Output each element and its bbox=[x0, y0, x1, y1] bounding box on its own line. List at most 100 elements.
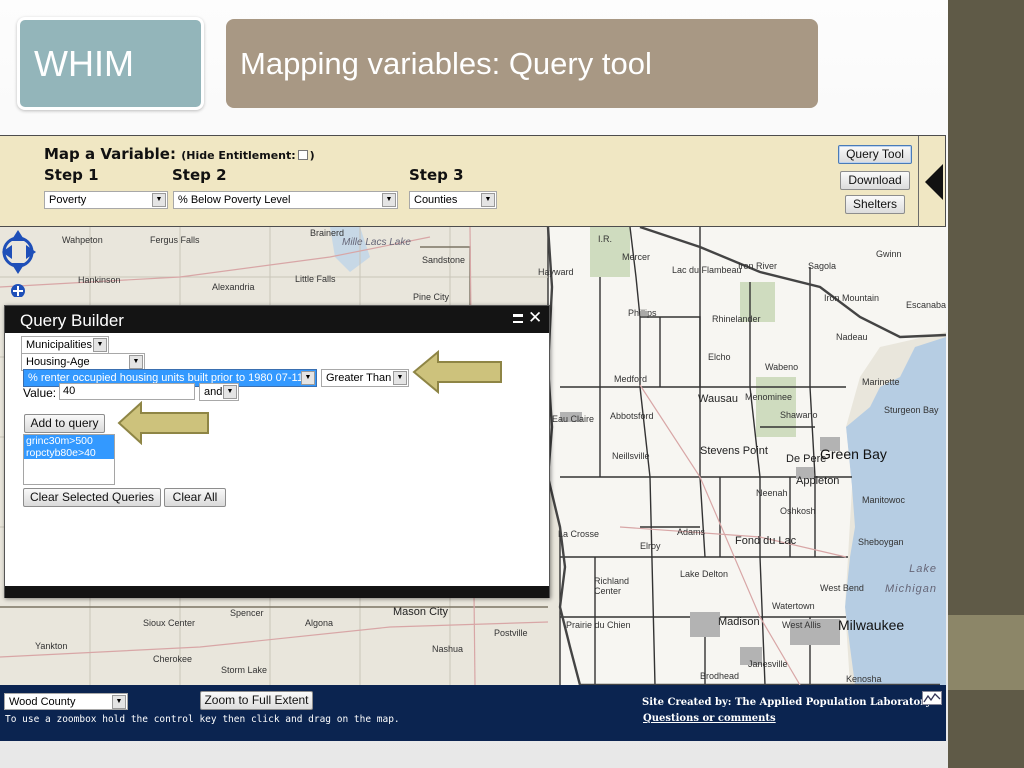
map-label: Hayward bbox=[538, 267, 574, 277]
map-label: Mercer bbox=[622, 252, 651, 262]
hide-entitlement: (Hide Entitlement:) bbox=[181, 149, 314, 162]
map-label: Watertown bbox=[772, 601, 815, 611]
map-label: Cherokee bbox=[153, 654, 193, 664]
operator-select[interactable]: Greater Than ▼ bbox=[321, 369, 409, 387]
map-label: Green Bay bbox=[820, 446, 887, 462]
query-tool-button[interactable]: Query Tool bbox=[838, 145, 912, 164]
map-label: Stevens Point bbox=[700, 445, 768, 457]
zoom-full-extent-button[interactable]: Zoom to Full Extent bbox=[200, 691, 313, 710]
map-label: Sagola bbox=[808, 261, 837, 271]
map-label: Yankton bbox=[35, 641, 68, 651]
map-label: Gwinn bbox=[876, 249, 902, 259]
map-label: Pine City bbox=[413, 292, 450, 302]
pan-zoom-control[interactable] bbox=[0, 227, 40, 297]
map-label: Sturgeon Bay bbox=[884, 405, 939, 415]
pointer-arrow-icon bbox=[117, 401, 209, 445]
map-label: Abbotsford bbox=[610, 411, 654, 421]
chevron-down-icon: ▼ bbox=[223, 385, 237, 399]
shelters-button[interactable]: Shelters bbox=[845, 195, 905, 214]
chevron-down-icon: ▼ bbox=[93, 338, 107, 352]
chevron-down-icon: ▼ bbox=[152, 193, 166, 207]
chevron-down-icon: ▼ bbox=[382, 193, 396, 207]
map-label: Sandstone bbox=[422, 255, 466, 265]
header-title-text: Map a Variable: bbox=[44, 145, 176, 163]
map-label: Iron Mountain bbox=[824, 293, 880, 303]
map-label: Spencer bbox=[230, 608, 264, 618]
hide-entitlement-close-paren: ) bbox=[309, 149, 315, 162]
add-to-query-button[interactable]: Add to query bbox=[24, 414, 105, 433]
step2-select-value: % Below Poverty Level bbox=[178, 194, 291, 206]
map-label: Wahpeton bbox=[62, 235, 103, 245]
chevron-down-icon: ▼ bbox=[301, 371, 315, 385]
questions-link[interactable]: Questions or comments bbox=[643, 713, 776, 724]
pan-down-icon bbox=[11, 263, 25, 274]
map-label: Postville bbox=[494, 628, 528, 638]
map-label: Alexandria bbox=[212, 282, 255, 292]
connector-select-value: and bbox=[204, 386, 223, 398]
map-label: Janesville bbox=[748, 659, 788, 669]
step2-select[interactable]: % Below Poverty Level ▼ bbox=[173, 191, 398, 209]
map-label: Neenah bbox=[756, 488, 788, 498]
map-variable-header: Map a Variable: (Hide Entitlement:) Step… bbox=[0, 135, 946, 228]
apl-logo-icon bbox=[922, 691, 942, 705]
map-label: Lake Michigan bbox=[884, 563, 937, 595]
value-label: Value: bbox=[23, 386, 57, 400]
slide-side-band bbox=[948, 615, 1024, 690]
map-label: I.R. bbox=[598, 234, 613, 244]
connector-select[interactable]: and ▼ bbox=[199, 383, 239, 401]
map-label: Wabeno bbox=[765, 362, 799, 372]
map-label: Nashua bbox=[432, 644, 464, 654]
query-list-item[interactable]: ropctyb80e>40 bbox=[24, 447, 114, 459]
map-label: Nadeau bbox=[836, 332, 868, 342]
forest-parcel bbox=[756, 377, 796, 437]
query-builder-footer-bar bbox=[5, 586, 549, 598]
map-label: Brodhead bbox=[700, 671, 740, 681]
map-label: Hankinson bbox=[78, 275, 121, 285]
hide-entitlement-checkbox[interactable] bbox=[297, 150, 308, 160]
map-label: Rhinelander bbox=[712, 314, 761, 324]
map-label: Marinette bbox=[862, 377, 900, 387]
query-builder-title: Query Builder bbox=[5, 306, 549, 333]
map-label: Elroy bbox=[640, 541, 661, 551]
map-label: La Crosse bbox=[558, 529, 600, 539]
collapse-panel-tab[interactable] bbox=[918, 136, 946, 228]
collapse-left-icon bbox=[925, 164, 943, 200]
map-label: Lac du Flambeau bbox=[672, 265, 742, 275]
clear-selected-queries-button[interactable]: Clear Selected Queries bbox=[23, 488, 161, 507]
step3-select-value: Counties bbox=[414, 194, 458, 206]
county-select[interactable]: Wood County ▼ bbox=[4, 693, 128, 710]
map-label: Shawano bbox=[780, 410, 818, 420]
query-list[interactable]: grinc30m>500 ropctyb80e>40 bbox=[23, 434, 115, 485]
map-label: Wausau bbox=[698, 393, 738, 405]
county-select-value: Wood County bbox=[9, 696, 76, 708]
step1-select-value: Poverty bbox=[49, 194, 87, 206]
chevron-down-icon: ▼ bbox=[112, 695, 126, 709]
minimize-icon[interactable] bbox=[513, 314, 523, 323]
clear-all-button[interactable]: Clear All bbox=[164, 488, 226, 507]
map-label: Sheboygan bbox=[858, 537, 904, 547]
step1-select[interactable]: Poverty ▼ bbox=[44, 191, 168, 209]
close-icon[interactable]: ✕ bbox=[528, 308, 542, 328]
download-button[interactable]: Download bbox=[840, 171, 910, 190]
map-label: Brainerd bbox=[310, 228, 345, 238]
operator-select-value: Greater Than bbox=[326, 372, 392, 384]
map-label: West Allis bbox=[782, 620, 821, 630]
query-list-item[interactable]: grinc30m>500 bbox=[24, 435, 114, 447]
whim-logo: WHIM bbox=[17, 17, 204, 110]
geography-select[interactable]: Municipalities ▼ bbox=[21, 336, 109, 354]
map-label: Menominee bbox=[745, 392, 793, 402]
map-label: Storm Lake bbox=[221, 665, 268, 675]
pan-up-icon bbox=[11, 230, 25, 241]
map-variable-title: Map a Variable: (Hide Entitlement:) bbox=[44, 145, 315, 163]
map-label: Neillsville bbox=[612, 451, 650, 461]
map-label: Phillips bbox=[628, 308, 657, 318]
slide-side-strip bbox=[948, 0, 1024, 768]
pointer-arrow-icon bbox=[412, 349, 502, 395]
chevron-down-icon: ▼ bbox=[129, 355, 143, 369]
map-label: Elcho bbox=[708, 352, 731, 362]
site-credit: Site Created by: The Applied Population … bbox=[642, 697, 932, 708]
step3-label: Step 3 bbox=[409, 166, 464, 184]
map-label: Algona bbox=[305, 618, 334, 628]
value-input[interactable]: 40 bbox=[59, 383, 195, 400]
step3-select[interactable]: Counties ▼ bbox=[409, 191, 497, 209]
